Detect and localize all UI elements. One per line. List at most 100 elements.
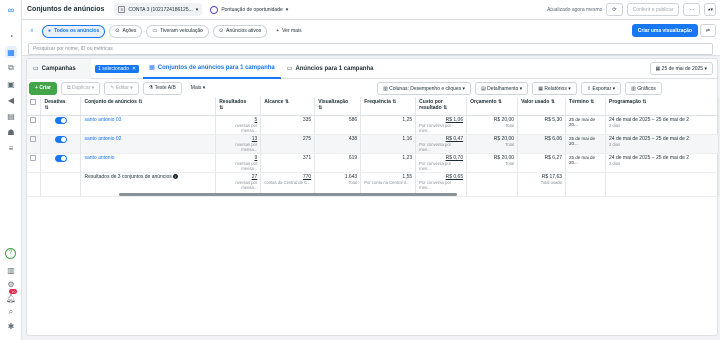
row-checkbox[interactable] xyxy=(30,116,36,123)
name-cell[interactable]: santo antonio xyxy=(80,153,217,173)
header-name[interactable]: Conjunto de anúncios ⇅ xyxy=(80,97,217,116)
header-results[interactable]: Resultados ⇅ xyxy=(215,97,262,116)
cost-cell: R$ 0,70 Por conversa por men... xyxy=(415,153,468,173)
header-active[interactable]: Desativa ⇅ xyxy=(40,97,82,116)
confirm-publish-button[interactable]: Conferir e publicar xyxy=(626,3,680,16)
cost-sub: Por conversa por men... xyxy=(419,160,452,171)
adset-name-link[interactable]: santo antonio 02 xyxy=(84,136,121,142)
table-row[interactable]: santo antonio 02 13 nversas por mensa... … xyxy=(27,134,719,154)
budget-cell: R$ 20,00 Total xyxy=(466,115,519,135)
charts-button[interactable]: ▥ Gráficos xyxy=(625,82,662,95)
help-icon[interactable]: ? xyxy=(5,248,16,259)
adsets-table: Desativa ⇅ Conjunto de anúncios ⇅ Resulta… xyxy=(27,97,719,197)
table-row[interactable]: santo antonio 9 nversas por mensa... 371 … xyxy=(27,153,719,173)
campaign-icon[interactable]: ◀ xyxy=(5,94,17,106)
ends-cell: 25 de mai de 20... xyxy=(565,153,606,173)
table-row[interactable]: santo antonio 03 5 nversas por mensa... 3… xyxy=(27,115,719,135)
header-reach[interactable]: Alcance ⇅ xyxy=(260,97,316,116)
tab-campaigns[interactable]: ▭ Campanhas xyxy=(27,58,91,79)
menu-icon[interactable]: ≡ xyxy=(5,142,17,154)
billing-icon[interactable]: ▤ xyxy=(5,110,17,122)
header-impressions[interactable]: Visualização ⇅ xyxy=(314,97,362,116)
more-button[interactable]: Mais ▾ xyxy=(185,81,211,95)
tab-adsets[interactable]: ▦ Conjuntos de anúncios para 1 campanha xyxy=(143,58,281,79)
more-options-button[interactable]: ··· xyxy=(683,3,701,16)
export-button[interactable]: ⇪ Exportar ▾ xyxy=(580,82,622,95)
name-cell[interactable]: santo antonio 03 xyxy=(80,115,217,135)
audiences-icon[interactable]: ▣ xyxy=(5,78,17,90)
header-cost[interactable]: Custo por resultado ⇅ xyxy=(415,97,468,116)
select-all-header[interactable] xyxy=(27,97,42,116)
tab-label: Campanhas xyxy=(41,65,76,72)
edit-button[interactable]: ✎ Editar ▾ xyxy=(104,81,139,95)
horizontal-scrollbar[interactable] xyxy=(119,193,457,196)
results-value[interactable]: 5 xyxy=(254,117,257,123)
row-select-cell[interactable] xyxy=(27,153,42,173)
status-toggle[interactable] xyxy=(54,154,67,162)
status-toggle[interactable] xyxy=(54,116,67,124)
name-cell[interactable]: santo antonio 02 xyxy=(80,134,217,154)
sort-icon: ⇅ xyxy=(642,99,647,105)
row-toggle-cell[interactable] xyxy=(40,134,82,154)
row-select-cell[interactable] xyxy=(27,134,42,154)
duplicate-button[interactable]: ⧉ Duplicar ▾ xyxy=(61,81,101,95)
status-toggle[interactable] xyxy=(54,135,67,143)
bug-icon[interactable]: ✱ xyxy=(5,320,17,332)
refresh-button[interactable]: ⟳ xyxy=(606,3,623,16)
pages-icon[interactable]: ⧉ xyxy=(5,62,17,74)
freq-cell: 1,25 xyxy=(360,115,417,135)
header-ends[interactable]: Término ⇅ xyxy=(565,97,606,116)
page-title: Conjuntos de anúncios xyxy=(27,6,105,13)
schedule-cell: 24 de mai de 2025 – 25 de mai de 22 dias xyxy=(605,134,719,154)
adset-name-link[interactable]: santo antonio xyxy=(84,155,114,161)
info-icon[interactable]: i xyxy=(173,173,179,179)
tab-ads[interactable]: ▭ Anúncios para 1 campanha xyxy=(281,59,380,79)
header-frequency[interactable]: Frequência ⇅ xyxy=(360,97,417,116)
breakdown-button[interactable]: ▤ Detalhamento ▾ xyxy=(475,82,529,95)
select-all-checkbox[interactable] xyxy=(30,99,36,105)
header-spent[interactable]: Valor usado ⇅ xyxy=(517,97,567,116)
cost-value[interactable]: R$ 1,06 xyxy=(446,117,464,123)
cost-value[interactable]: R$ 0,70 xyxy=(446,155,464,161)
see-more-link[interactable]: + Ver mais xyxy=(271,24,307,38)
header-budget[interactable]: Orçamento ⇅ xyxy=(466,97,519,116)
search-icon[interactable]: ⌕ xyxy=(26,25,38,37)
news-icon[interactable]: ▥ xyxy=(5,264,17,276)
ab-test-button[interactable]: ⚗ Teste A/B xyxy=(142,81,182,95)
create-view-button[interactable]: Criar uma visualização xyxy=(631,24,698,37)
filter-active-ads[interactable]: ⊙ Anúncios ativos xyxy=(212,24,268,38)
cost-value[interactable]: R$ 0,47 xyxy=(446,136,464,142)
search-rail-icon[interactable]: ⌕ xyxy=(5,306,17,318)
totals-spacer xyxy=(605,172,719,197)
avatar[interactable]: ◕▾ xyxy=(704,3,716,16)
columns-button[interactable]: ▥ Colunas: Desempenho e cliques ▾ xyxy=(377,82,472,95)
row-checkbox[interactable] xyxy=(30,154,36,161)
row-toggle-cell[interactable] xyxy=(40,153,82,173)
adset-name-link[interactable]: santo antonio 03 xyxy=(84,117,121,123)
filter-actions[interactable]: ⊙ Ações xyxy=(109,24,143,38)
date-range-picker[interactable]: ▦ 25 de mai de 2025 ▾ xyxy=(649,62,713,75)
views-cell: 438 xyxy=(314,134,362,154)
header-schedule[interactable]: Programação ⇅ xyxy=(605,97,719,116)
meta-logo-icon[interactable]: ∞ xyxy=(5,4,17,16)
opportunity-score[interactable]: Pontuação de oportunidade ▾ xyxy=(210,5,288,14)
row-toggle-cell[interactable] xyxy=(40,115,82,135)
selection-chip[interactable]: 1 selecionado ✕ xyxy=(91,59,143,79)
schedule-cell: 24 de mai de 2025 – 25 de mai de 22 dias xyxy=(605,115,719,135)
row-checkbox[interactable] xyxy=(30,135,36,142)
dashboard-icon[interactable]: ◔ xyxy=(5,30,17,42)
search-input[interactable]: Pesquisar por nome, ID ou métricas xyxy=(28,43,713,55)
sort-icon: ⇅ xyxy=(219,105,224,111)
row-select-cell[interactable] xyxy=(27,115,42,135)
people-icon[interactable]: ☗ xyxy=(5,126,17,138)
close-icon[interactable]: ✕ xyxy=(132,66,136,72)
ads-manager-icon[interactable]: ▦ xyxy=(5,46,17,58)
account-selector[interactable]: S CONTA 3 (1021724186125... ▾ xyxy=(114,3,203,16)
results-value[interactable]: 9 xyxy=(254,155,257,161)
reports-button[interactable]: ▦ Relatórios ▾ xyxy=(532,82,577,95)
results-value[interactable]: 13 xyxy=(252,136,258,142)
settings-sliders-button[interactable]: ⇌ xyxy=(699,24,716,37)
filter-all-ads[interactable]: ● Todos os anúncios xyxy=(42,24,106,38)
filter-delivered[interactable]: ▭ Tiveram veiculação xyxy=(146,24,209,38)
create-button[interactable]: + Criar xyxy=(29,81,57,95)
